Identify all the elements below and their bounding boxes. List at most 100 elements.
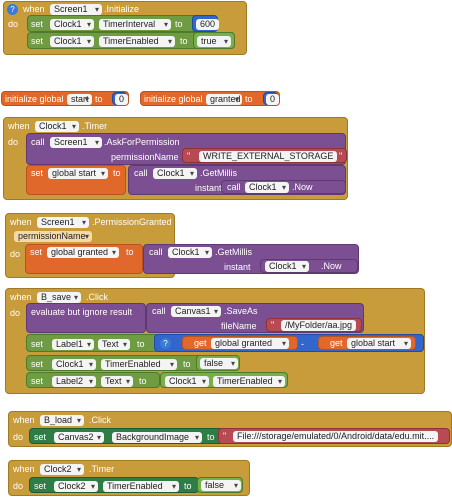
- variable-dropdown[interactable]: global start: [48, 168, 108, 179]
- when-label: when: [10, 217, 32, 227]
- variable-name-field[interactable]: start: [67, 94, 92, 105]
- text-value[interactable]: File:///storage/emulated/0/Android/data/…: [233, 431, 439, 442]
- component-dropdown[interactable]: Clock1: [265, 261, 309, 272]
- parameter-field[interactable]: permissionName: [14, 231, 92, 242]
- component-dropdown[interactable]: Clock1: [50, 36, 94, 47]
- component-dropdown[interactable]: Screen1: [37, 217, 89, 228]
- component-dropdown[interactable]: B_save: [37, 292, 81, 303]
- component-dropdown[interactable]: Clock2: [40, 464, 84, 475]
- clock-now-block[interactable]: call Clock1 .Now: [221, 180, 346, 194]
- do-label: do: [13, 432, 24, 442]
- quote-icon: ": [187, 151, 191, 161]
- clock-now-block[interactable]: Clock1 .Now: [260, 259, 358, 273]
- variable-dropdown[interactable]: global granted: [211, 338, 289, 349]
- event-label: .Timer: [89, 464, 115, 474]
- event-label: .PermissionGranted: [92, 217, 172, 227]
- set-canvas2-backgroundimage-block[interactable]: set Canvas2 BackgroundImage to: [29, 428, 233, 444]
- set-clock2-timerenabled-block[interactable]: set Clock2 TimerEnabled to: [29, 477, 199, 493]
- boolean-block[interactable]: true: [193, 32, 235, 49]
- boolean-block[interactable]: false: [197, 477, 243, 493]
- number-value[interactable]: 0: [115, 94, 129, 105]
- component-dropdown[interactable]: Screen1: [50, 4, 102, 15]
- variable-dropdown[interactable]: global start: [347, 338, 411, 349]
- clock1-timerenabled-getter[interactable]: Clock1 TimerEnabled: [160, 372, 288, 388]
- to-label: to: [183, 359, 191, 369]
- component-dropdown[interactable]: Label2: [52, 376, 96, 387]
- component-dropdown[interactable]: B_load: [40, 415, 84, 426]
- set-label: set: [30, 247, 43, 257]
- property-dropdown[interactable]: TimerEnabled: [213, 376, 285, 387]
- event-label: .Timer: [82, 121, 108, 131]
- number-block[interactable]: 600: [192, 15, 220, 32]
- set-label: set: [31, 339, 44, 349]
- initialize-global-label: initialize global: [5, 94, 64, 104]
- component-dropdown[interactable]: Clock1: [35, 121, 79, 132]
- boolean-dropdown[interactable]: false: [200, 358, 238, 369]
- property-dropdown[interactable]: TimerEnabled: [101, 359, 177, 370]
- component-dropdown[interactable]: Label1: [52, 339, 94, 350]
- property-dropdown[interactable]: TimerInterval: [99, 19, 171, 30]
- property-dropdown[interactable]: TimerEnabled: [103, 481, 179, 492]
- method-label: .GetMillis: [215, 247, 253, 257]
- do-label: do: [8, 19, 19, 29]
- component-dropdown[interactable]: Clock1: [245, 182, 289, 193]
- question-icon[interactable]: ?: [160, 338, 171, 349]
- number-value[interactable]: 0: [266, 94, 280, 105]
- set-global-granted-block[interactable]: set global granted to: [25, 244, 143, 274]
- variable-name-field[interactable]: granted: [206, 94, 242, 105]
- to-label: to: [175, 19, 183, 29]
- do-label: do: [8, 137, 19, 147]
- event-label: .Click: [89, 415, 111, 425]
- call-label: call: [31, 137, 45, 147]
- to-label: to: [137, 339, 145, 349]
- component-dropdown[interactable]: Clock2: [54, 481, 98, 492]
- component-dropdown[interactable]: Screen1: [50, 137, 102, 148]
- set-clock1-timerenabled-block[interactable]: set Clock1 TimerEnabled to: [26, 355, 202, 371]
- when-label: when: [8, 121, 30, 131]
- method-label: .AskForPermission: [104, 137, 180, 147]
- component-dropdown[interactable]: Clock1: [50, 19, 94, 30]
- get-label: get: [330, 338, 343, 348]
- property-dropdown[interactable]: TimerEnabled: [99, 36, 175, 47]
- number-value[interactable]: 600: [196, 19, 220, 30]
- text-value[interactable]: WRITE_EXTERNAL_STORAGE: [199, 151, 338, 162]
- evaluate-ignore-block[interactable]: evaluate but ignore result: [26, 303, 146, 333]
- when-label: when: [10, 292, 32, 302]
- boolean-dropdown[interactable]: false: [201, 480, 241, 491]
- text-value[interactable]: /MyFolder/aa.jpg: [281, 320, 357, 331]
- text-block[interactable]: " File:///storage/emulated/0/Android/dat…: [218, 428, 450, 444]
- property-dropdown[interactable]: Text: [101, 376, 133, 387]
- event-label: .Initialize: [104, 4, 140, 14]
- question-icon[interactable]: ?: [7, 4, 18, 15]
- when-label: when: [13, 464, 35, 474]
- variable-dropdown[interactable]: global granted: [47, 247, 119, 258]
- boolean-block[interactable]: false: [196, 355, 240, 371]
- get-global-granted-block[interactable]: get global granted: [182, 336, 298, 350]
- set-global-start-block[interactable]: set global start to: [26, 165, 126, 195]
- component-dropdown[interactable]: Canvas1: [171, 306, 221, 317]
- number-block[interactable]: 0: [263, 92, 280, 105]
- get-global-start-block[interactable]: get global start: [318, 336, 416, 350]
- method-label: .Now: [321, 261, 342, 271]
- component-dropdown[interactable]: Clock1: [165, 376, 209, 387]
- component-dropdown[interactable]: Canvas2: [54, 432, 104, 443]
- method-label: .GetMillis: [200, 168, 238, 178]
- boolean-dropdown[interactable]: true: [197, 36, 231, 47]
- component-dropdown[interactable]: Clock1: [168, 247, 212, 258]
- global-granted-init[interactable]: initialize global granted to: [140, 91, 280, 106]
- set-label2-text-block[interactable]: set Label2 Text to: [26, 372, 160, 388]
- set-timerinterval-block[interactable]: set Clock1 TimerInterval to: [27, 15, 217, 32]
- text-block[interactable]: " /MyFolder/aa.jpg ": [266, 318, 362, 332]
- property-dropdown[interactable]: BackgroundImage: [112, 432, 202, 443]
- call-label: call: [134, 168, 148, 178]
- component-dropdown[interactable]: Clock1: [52, 359, 96, 370]
- set-label: set: [31, 19, 44, 29]
- number-block[interactable]: 0: [112, 92, 129, 105]
- global-start-init[interactable]: initialize global start to: [1, 91, 129, 106]
- instant-label: instant: [195, 183, 222, 193]
- text-block[interactable]: " WRITE_EXTERNAL_STORAGE ": [182, 148, 347, 163]
- quote-icon: ": [339, 151, 343, 161]
- component-dropdown[interactable]: Clock1: [153, 168, 197, 179]
- do-label: do: [10, 308, 21, 318]
- property-dropdown[interactable]: Text: [98, 339, 130, 350]
